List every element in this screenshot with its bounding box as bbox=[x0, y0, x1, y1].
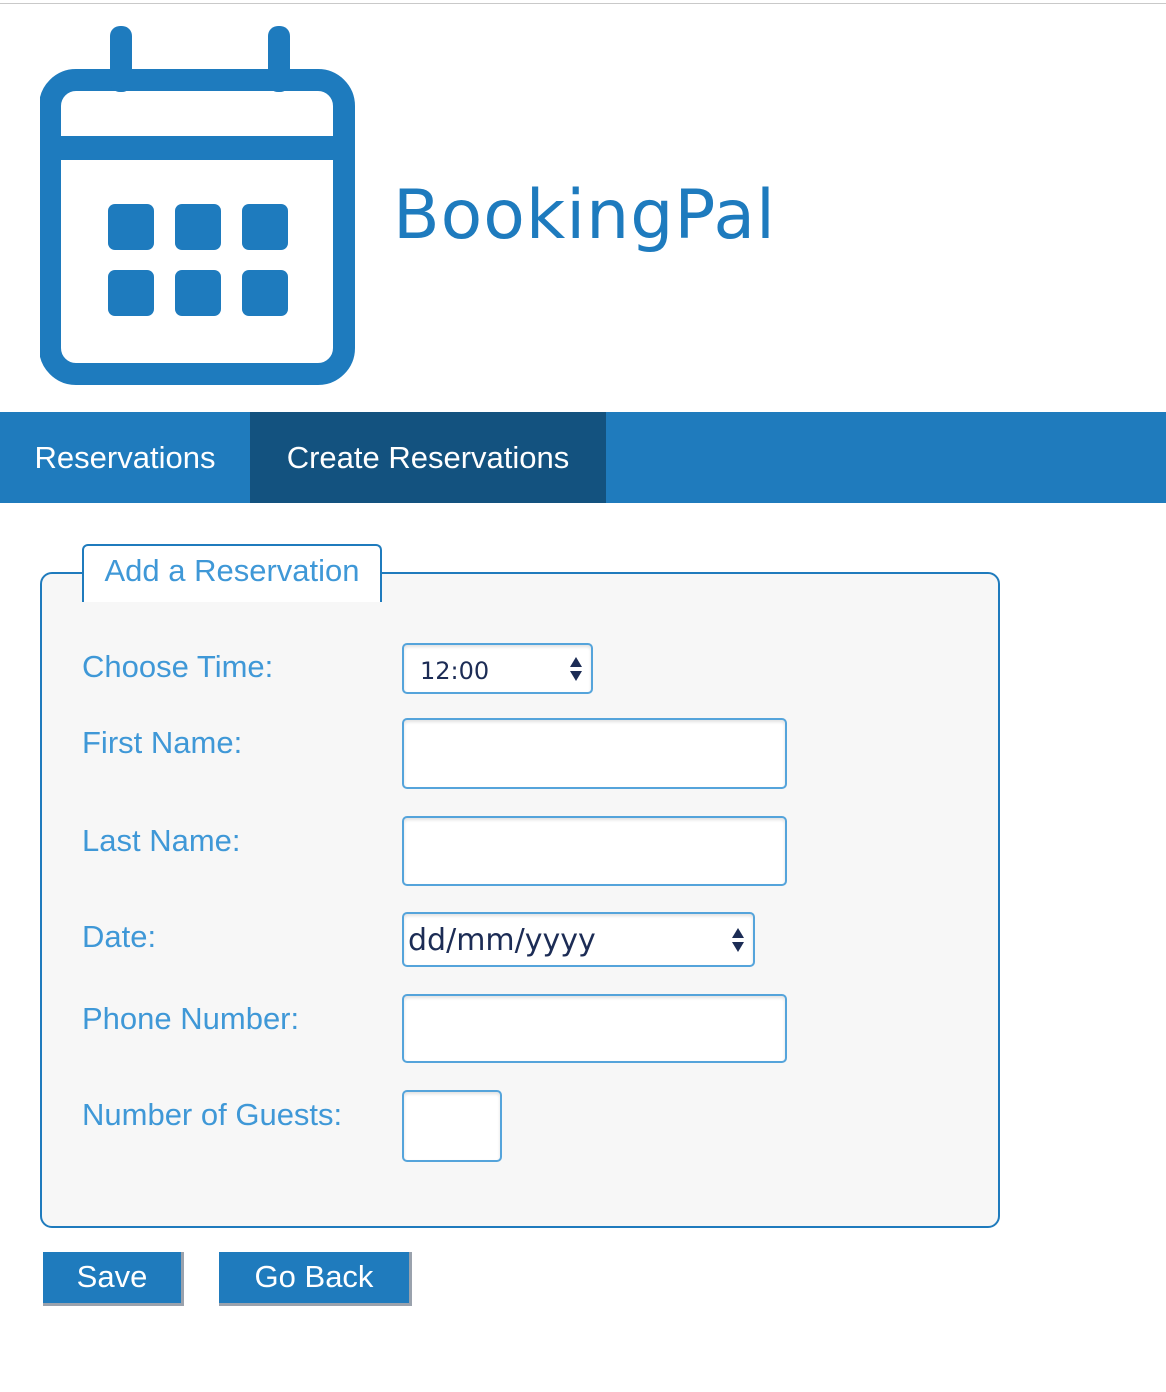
first-name-input[interactable] bbox=[402, 718, 787, 789]
nav-bar: Reservations Create Reservations bbox=[0, 412, 1166, 503]
date-input-value: dd/mm/yyyy bbox=[408, 923, 596, 958]
phone-label: Phone Number: bbox=[82, 1001, 300, 1036]
save-button[interactable]: Save bbox=[43, 1252, 184, 1306]
calendar-icon bbox=[40, 26, 355, 385]
guests-label: Number of Guests: bbox=[82, 1097, 343, 1132]
time-label: Choose Time: bbox=[82, 649, 274, 684]
last-name-label: Last Name: bbox=[82, 823, 241, 858]
updown-arrows-icon bbox=[570, 656, 582, 681]
date-input[interactable]: dd/mm/yyyy bbox=[402, 912, 755, 967]
date-label: Date: bbox=[82, 919, 157, 954]
top-divider bbox=[0, 3, 1166, 4]
updown-arrows-icon bbox=[732, 927, 744, 952]
guests-input[interactable] bbox=[402, 1090, 502, 1162]
brand-name: BookingPal bbox=[393, 176, 776, 255]
time-select-value: 12:00 bbox=[420, 657, 490, 685]
form-legend: Add a Reservation bbox=[82, 544, 382, 602]
phone-input[interactable] bbox=[402, 994, 787, 1063]
first-name-label: First Name: bbox=[82, 725, 243, 760]
last-name-input[interactable] bbox=[402, 816, 787, 886]
nav-item-create-reservations[interactable]: Create Reservations bbox=[250, 412, 606, 503]
nav-item-reservations[interactable]: Reservations bbox=[0, 412, 250, 503]
time-select[interactable]: 12:00 bbox=[402, 643, 593, 694]
go-back-button[interactable]: Go Back bbox=[219, 1252, 412, 1306]
